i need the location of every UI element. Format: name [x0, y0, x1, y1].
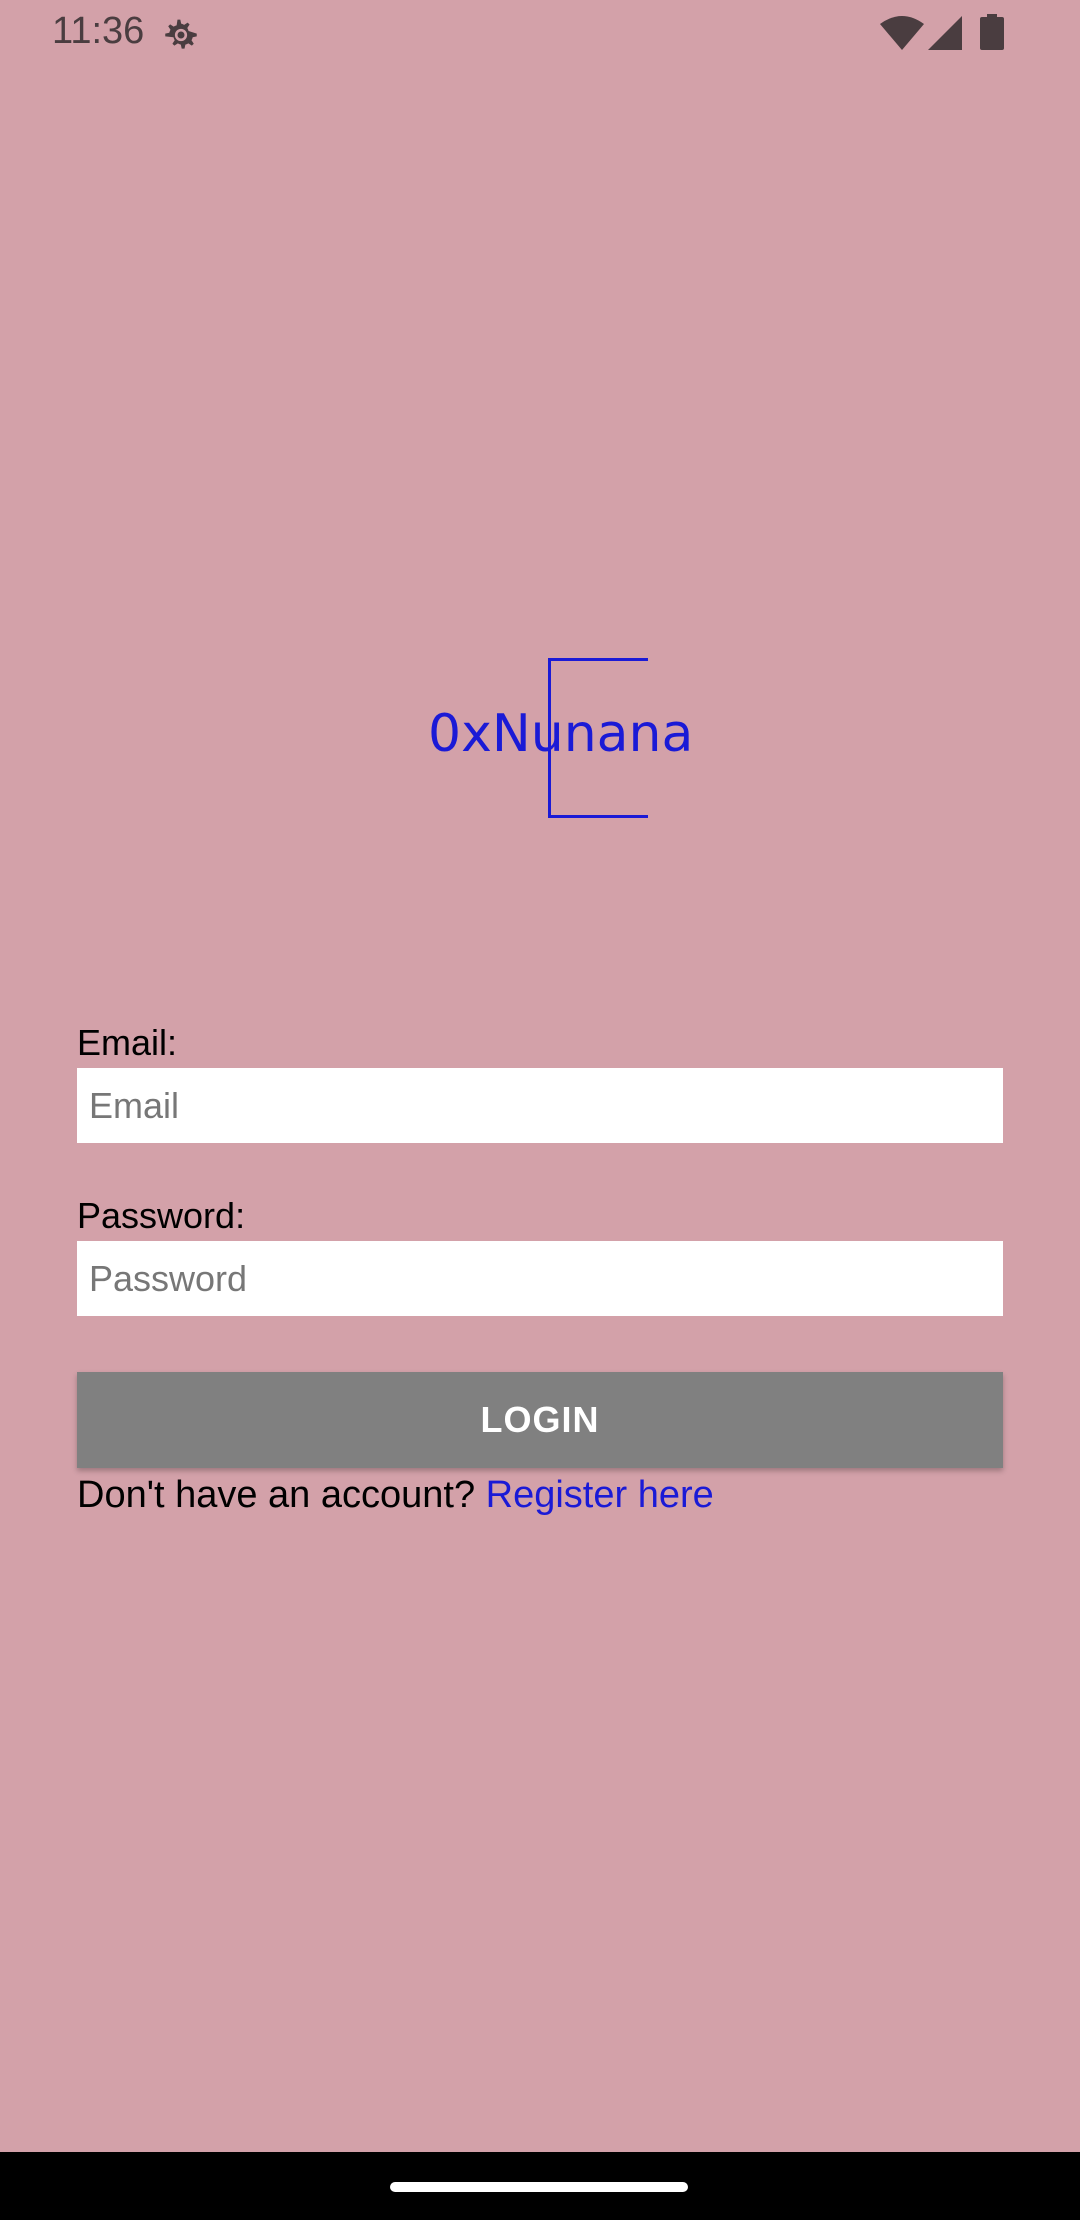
signal-icon — [928, 16, 962, 50]
home-gesture-handle[interactable] — [390, 2182, 688, 2192]
battery-icon — [980, 14, 1004, 50]
app-logo: 0xNunana — [428, 658, 693, 824]
navigation-bar — [0, 2152, 1080, 2220]
gear-icon — [165, 19, 197, 49]
password-label: Password: — [77, 1195, 246, 1236]
password-field[interactable] — [77, 1241, 1003, 1316]
email-field[interactable] — [77, 1068, 1003, 1143]
status-time: 11:36 — [52, 10, 145, 52]
email-label: Email: — [77, 1022, 178, 1063]
wifi-icon — [880, 16, 924, 50]
login-button[interactable]: LOGIN — [77, 1372, 1003, 1468]
register-row: Don't have an account? Register here — [77, 1474, 714, 1517]
status-bar: 11:36 — [0, 0, 1080, 66]
register-link[interactable]: Register here — [486, 1474, 714, 1516]
register-prompt: Don't have an account? — [77, 1474, 486, 1516]
logo-text: 0xNunana — [428, 704, 694, 764]
